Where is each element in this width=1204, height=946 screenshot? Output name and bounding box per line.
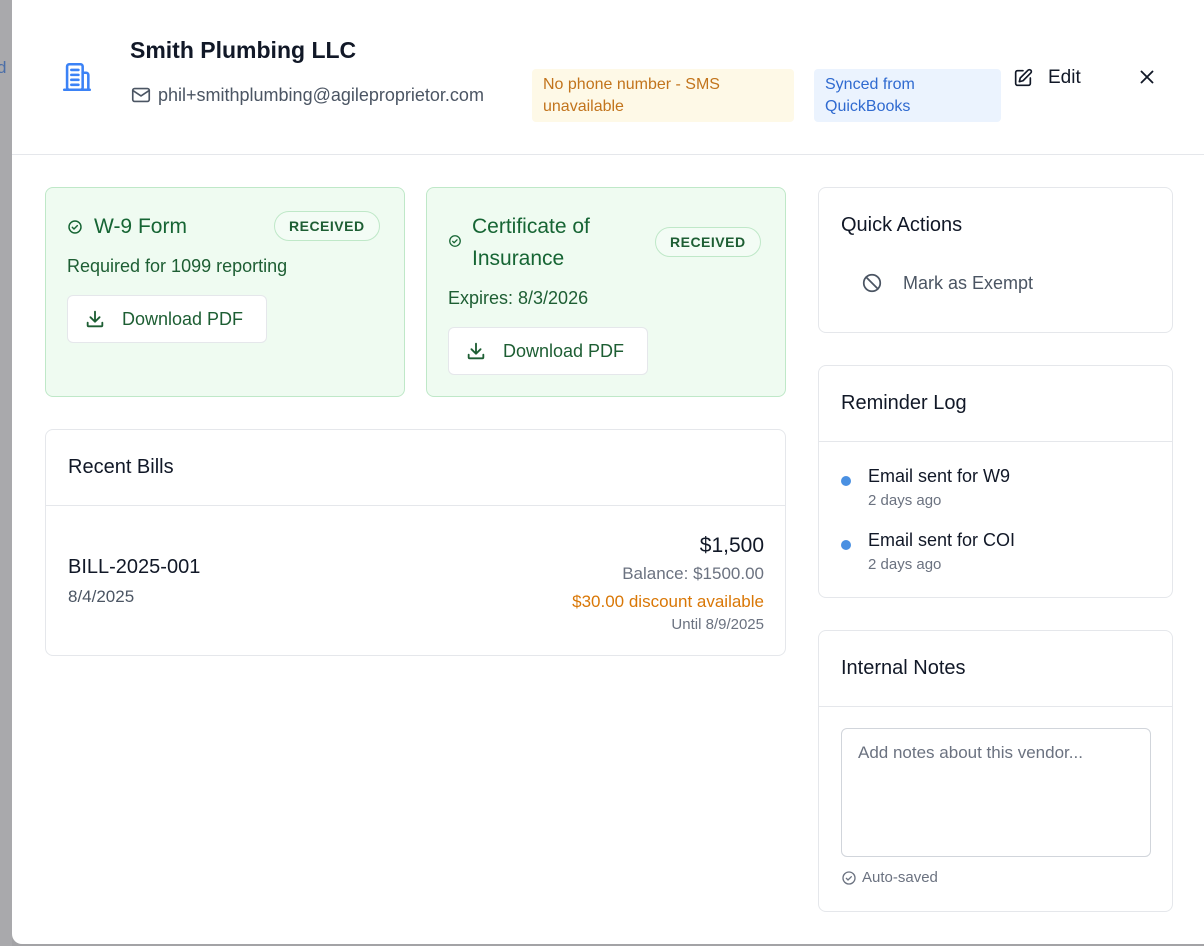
coi-status-badge: RECEIVED [655, 227, 761, 257]
edit-icon [1014, 68, 1033, 87]
w9-download-button[interactable]: Download PDF [67, 295, 267, 343]
bill-id: BILL-2025-001 [68, 556, 201, 578]
close-icon[interactable] [1136, 66, 1158, 88]
mark-exempt-label: Mark as Exempt [903, 272, 1034, 293]
building-icon [62, 62, 92, 92]
recent-bills-card: Recent Bills BILL-2025-001 8/4/2025 $1,5… [45, 429, 786, 656]
background-peek-text: d [0, 58, 7, 77]
autosave-status: Auto-saved [841, 869, 938, 886]
coi-title-line2: Insurance [472, 247, 565, 270]
vendor-email: phil+smithplumbing@agileproprietor.com [158, 84, 484, 105]
page-backdrop [0, 0, 12, 946]
ban-icon [862, 273, 882, 293]
reminder-log-card: Reminder Log Email sent for W9 2 days ag… [818, 365, 1173, 598]
check-circle-icon [449, 235, 461, 247]
bill-date: 8/4/2025 [68, 587, 135, 606]
bill-amount: $1,500 [699, 534, 764, 557]
download-icon [467, 342, 485, 360]
reminder-log-title: Reminder Log [819, 366, 1172, 442]
recent-bills-title: Recent Bills [46, 430, 785, 506]
log-time: 2 days ago [868, 492, 942, 509]
status-dot [841, 540, 851, 550]
status-dot [841, 476, 851, 486]
quick-actions-title: Quick Actions [841, 214, 963, 236]
log-text: Email sent for W9 [868, 466, 1011, 486]
check-circle-icon [68, 220, 82, 234]
quick-actions-card: Quick Actions Mark as Exempt [818, 187, 1173, 333]
coi-document-card: Certificate of Insurance RECEIVED Expire… [426, 187, 786, 397]
mail-icon [131, 87, 151, 103]
coi-download-label: Download PDF [503, 340, 625, 361]
edit-label: Edit [1048, 67, 1081, 88]
sms-unavailable-badge: No phone number - SMS unavailable [532, 69, 794, 122]
mark-exempt-button[interactable]: Mark as Exempt [861, 272, 1033, 294]
edit-button[interactable]: Edit [1012, 62, 1081, 94]
w9-download-label: Download PDF [122, 308, 244, 329]
quickbooks-sync-badge: Synced from QuickBooks [814, 69, 1001, 122]
coi-title-line1: Certificate of [472, 215, 590, 238]
internal-notes-title: Internal Notes [819, 631, 1172, 707]
vendor-email-row: phil+smithplumbing@agileproprietor.com [130, 84, 484, 106]
log-text: Email sent for COI [868, 530, 1016, 550]
coi-expiry: Expires: 8/3/2026 [448, 288, 589, 308]
w9-status-badge: RECEIVED [274, 211, 380, 241]
bill-amounts: $1,500 Balance: $1500.00 $30.00 discount… [572, 532, 764, 635]
bill-balance: Balance: $1500.00 [622, 564, 764, 583]
bill-discount-until: Until 8/9/2025 [671, 616, 764, 633]
notes-textarea[interactable] [841, 728, 1151, 857]
log-time: 2 days ago [868, 556, 942, 573]
w9-title: W-9 Form [94, 215, 187, 238]
download-icon [86, 310, 104, 328]
w9-subtitle: Required for 1099 reporting [67, 256, 288, 276]
internal-notes-card: Internal Notes Auto-saved [818, 630, 1173, 912]
vendor-detail-modal: Smith Plumbing LLC phil+smithplumbing@ag… [12, 0, 1204, 944]
bill-discount: $30.00 discount available [572, 592, 764, 611]
w9-document-card: W-9 Form RECEIVED Required for 1099 repo… [45, 187, 405, 397]
autosave-label: Auto-saved [862, 869, 938, 886]
vendor-name: Smith Plumbing LLC [130, 37, 357, 63]
modal-header: Smith Plumbing LLC phil+smithplumbing@ag… [12, 0, 1204, 155]
coi-download-button[interactable]: Download PDF [448, 327, 648, 375]
check-circle-icon [842, 870, 856, 885]
